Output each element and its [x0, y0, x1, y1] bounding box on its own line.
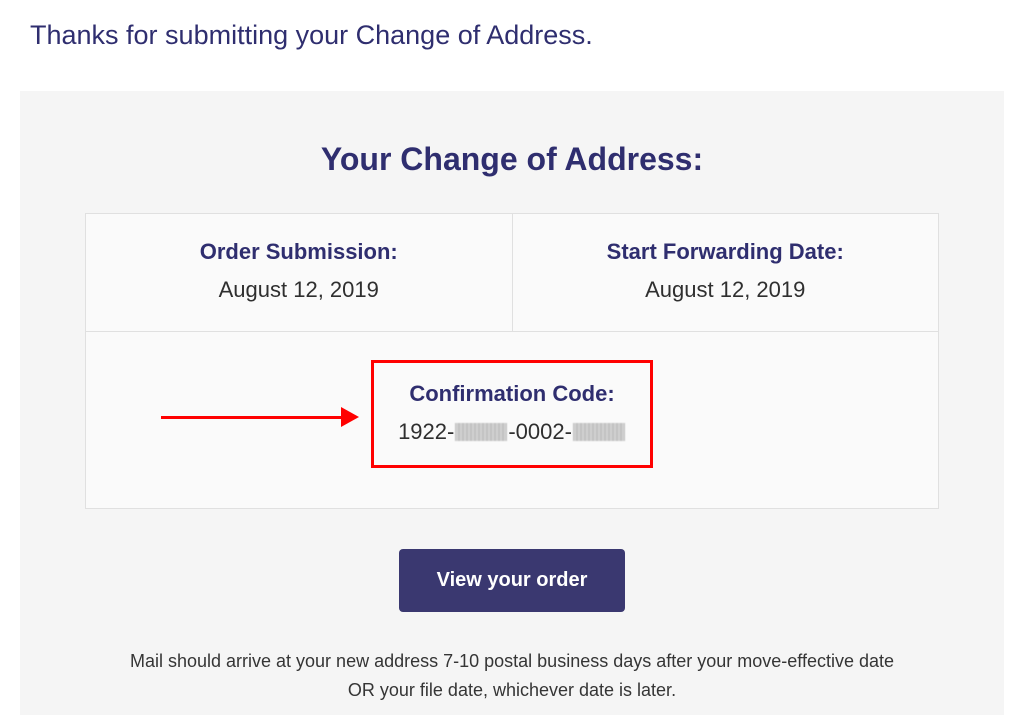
- start-forwarding-value: August 12, 2019: [523, 277, 929, 303]
- confirmation-code-highlight: Confirmation Code: 1922- -0002-: [371, 360, 653, 468]
- confirmation-part-2: -0002-: [508, 419, 572, 445]
- delivery-info-text: Mail should arrive at your new address 7…: [85, 647, 939, 705]
- view-your-order-button[interactable]: View your order: [399, 549, 626, 612]
- confirmation-code-label: Confirmation Code:: [398, 381, 626, 407]
- table-row: Confirmation Code: 1922- -0002-: [86, 332, 938, 508]
- confirmation-code-value: 1922- -0002-: [398, 419, 626, 445]
- table-row: Order Submission: August 12, 2019 Start …: [86, 214, 938, 332]
- summary-table: Order Submission: August 12, 2019 Start …: [85, 213, 939, 509]
- redacted-segment: [455, 423, 507, 441]
- card-title: Your Change of Address:: [85, 141, 939, 178]
- start-forwarding-label: Start Forwarding Date:: [523, 239, 929, 265]
- order-submission-label: Order Submission:: [96, 239, 502, 265]
- order-submission-value: August 12, 2019: [96, 277, 502, 303]
- redacted-segment: [573, 423, 625, 441]
- start-forwarding-cell: Start Forwarding Date: August 12, 2019: [513, 214, 939, 331]
- annotation-arrow-icon: [161, 407, 359, 427]
- confirmation-part-1: 1922-: [398, 419, 454, 445]
- coa-summary-card: Your Change of Address: Order Submission…: [20, 91, 1004, 715]
- thanks-message: Thanks for submitting your Change of Add…: [0, 0, 1024, 61]
- order-submission-cell: Order Submission: August 12, 2019: [86, 214, 513, 331]
